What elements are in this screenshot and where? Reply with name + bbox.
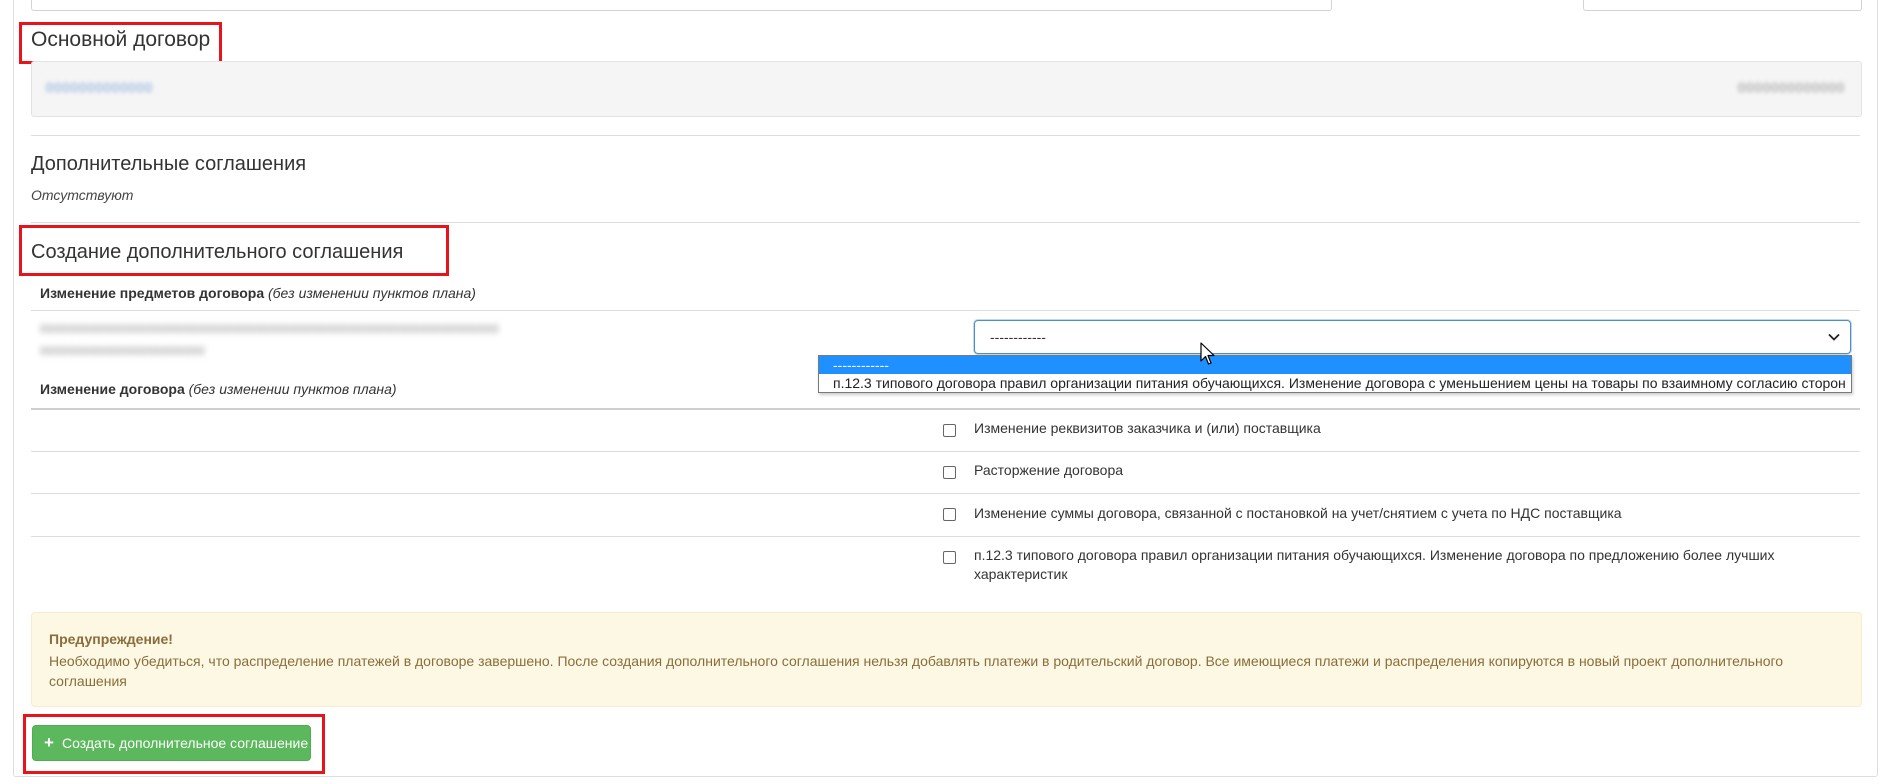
checkbox-label-termination[interactable]: Расторжение договора xyxy=(974,461,1123,480)
checkbox-label-better-characteristics[interactable]: п.12.3 типового договора правил организа… xyxy=(974,546,1834,584)
warning-text: Необходимо убедиться, что распределение … xyxy=(49,653,1784,689)
divider xyxy=(31,310,1860,311)
divider xyxy=(31,135,1860,136)
top-field-right xyxy=(1583,0,1862,11)
chevron-down-icon[interactable] xyxy=(1828,332,1840,342)
checkbox-label-vat-amount-change[interactable]: Изменение суммы договора, связанной с по… xyxy=(974,504,1622,523)
main-contract-link[interactable]: 0000000000000 xyxy=(46,80,153,95)
plus-icon: + xyxy=(44,733,54,752)
mouse-cursor-icon xyxy=(1200,342,1215,365)
supplementary-heading: Дополнительные соглашения xyxy=(31,153,307,175)
supplementary-status: Отсутствуют xyxy=(31,187,134,203)
main-contract-meta: 0000000000000 xyxy=(1738,80,1845,95)
top-field-left xyxy=(31,0,1332,11)
contract-item-name-line1: 0000000000000000000000000000000000000000… xyxy=(40,322,500,336)
divider xyxy=(31,222,1860,223)
divider xyxy=(31,493,1860,494)
create-button-label: Создать дополнительное соглашение xyxy=(62,735,309,751)
divider xyxy=(31,536,1860,537)
subjects-change-title: Изменение предметов договора xyxy=(40,285,265,301)
change-reason-dropdown[interactable]: ------------ п.12.3 типового договора пр… xyxy=(818,355,1852,393)
contract-change-note: (без изменении пунктов плана) xyxy=(188,381,397,397)
dropdown-option-empty[interactable]: ------------ xyxy=(819,356,1851,374)
divider xyxy=(31,451,1860,452)
subjects-change-title-row: Изменение предметов договора (без измене… xyxy=(40,285,476,301)
subjects-change-note: (без изменении пунктов плана) xyxy=(268,285,476,301)
main-contract-heading: Основной договор xyxy=(31,28,211,51)
contract-item-name-line2: 00000000000000000000000 xyxy=(40,344,205,358)
contract-change-title: Изменение договора xyxy=(40,381,185,397)
warning-title: Предупреждение! xyxy=(49,631,173,647)
main-contract-link-well[interactable]: 0000000000000 0000000000000 xyxy=(31,61,1862,117)
warning-alert: Предупреждение! Необходимо убедиться, чт… xyxy=(31,612,1862,707)
create-supplementary-agreement-button[interactable]: + Создать дополнительное соглашение xyxy=(32,725,311,761)
checkbox-vat-amount-change[interactable] xyxy=(943,508,956,521)
change-reason-select[interactable]: ------------ xyxy=(974,320,1851,354)
contract-change-title-row: Изменение договора (без изменении пункто… xyxy=(40,381,397,397)
select-current-value: ------------ xyxy=(990,329,1046,345)
checkbox-label-requisites-change[interactable]: Изменение реквизитов заказчика и (или) п… xyxy=(974,419,1321,438)
divider xyxy=(31,408,1860,410)
create-heading: Создание дополнительного соглашения xyxy=(31,241,404,263)
checkbox-requisites-change[interactable] xyxy=(943,424,956,437)
checkbox-termination[interactable] xyxy=(943,466,956,479)
dropdown-option-price-reduction[interactable]: п.12.3 типового договора правил организа… xyxy=(819,374,1851,392)
checkbox-better-characteristics[interactable] xyxy=(943,551,956,564)
